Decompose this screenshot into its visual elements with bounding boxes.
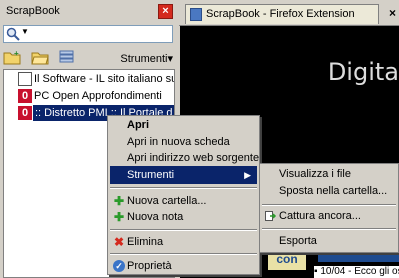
- sidebar-header: ScrapBook ×: [3, 3, 175, 19]
- news-item-text: 10/04 - Ecco gli oss: [320, 266, 399, 277]
- menu-item-apri[interactable]: Apri: [110, 116, 257, 134]
- menu-separator: [262, 204, 396, 206]
- menu-item-label: Apri indirizzo web sorgente: [127, 152, 260, 164]
- document-icon: [18, 72, 32, 86]
- menu-item-label: Elimina: [127, 236, 164, 248]
- close-icon[interactable]: ×: [389, 6, 396, 20]
- menu-separator: [110, 187, 257, 189]
- menu-item-label: Apri: [127, 119, 149, 131]
- menu-item-sposta-cartella[interactable]: Sposta nella cartella...: [262, 182, 396, 200]
- list-item-label: PC Open Approfondimenti: [34, 90, 162, 102]
- menu-item-label: Visualizza i file: [279, 168, 351, 180]
- menu-item-elimina[interactable]: ✖ Elimina: [110, 233, 257, 251]
- svg-text:+: +: [14, 49, 19, 58]
- menu-item-apri-indirizzo[interactable]: Apri indirizzo web sorgente: [110, 149, 260, 167]
- submenu-arrow-icon: ▶: [244, 170, 251, 180]
- menu-item-visualizza-file[interactable]: Visualizza i file: [262, 165, 396, 183]
- properties-icon: ✓: [113, 260, 125, 272]
- page-icon: [190, 8, 202, 21]
- stack-icon[interactable]: [58, 49, 76, 65]
- chevron-down-icon[interactable]: ▼: [21, 27, 29, 36]
- sidebar-toolbar: + Strumenti▾: [3, 49, 175, 69]
- menu-item-nuova-nota[interactable]: ✚ Nuova nota: [110, 208, 257, 226]
- sidebar-title: ScrapBook: [6, 5, 60, 17]
- menu-item-label: Proprietà: [127, 260, 172, 272]
- o-logo-icon: 0: [18, 89, 32, 103]
- menu-item-cattura-ancora[interactable]: Cattura ancora...: [262, 207, 396, 225]
- o-logo-icon: 0: [18, 106, 32, 120]
- new-folder-icon[interactable]: +: [3, 49, 21, 65]
- menu-item-label: Strumenti: [127, 169, 175, 181]
- tools-submenu: Visualizza i file Sposta nella cartella.…: [259, 163, 399, 253]
- menu-item-label: Cattura ancora...: [279, 210, 361, 222]
- tab-strip: ScrapBook - Firefox Extension ×: [179, 0, 399, 26]
- context-menu: Apri Apri in nuova scheda Apri indirizzo…: [107, 115, 260, 275]
- close-icon[interactable]: ×: [158, 4, 173, 19]
- plus-icon: ✚: [113, 194, 125, 208]
- news-item[interactable]: ▪ 10/04 - Ecco gli oss: [314, 266, 399, 278]
- tab-label: ScrapBook - Firefox Extension: [206, 8, 355, 20]
- delete-icon: ✖: [113, 235, 125, 249]
- menu-separator: [110, 229, 257, 231]
- list-item[interactable]: Il Software - IL sito italiano sul: [4, 71, 175, 87]
- tools-menu-label: Strumenti: [120, 53, 168, 65]
- menu-separator: [110, 253, 257, 255]
- search-icon[interactable]: [6, 27, 20, 41]
- tools-menu-button[interactable]: Strumenti▾: [120, 52, 173, 65]
- menu-item-esporta[interactable]: Esporta: [262, 232, 396, 250]
- plus-icon: ✚: [113, 210, 125, 224]
- list-item-label: Il Software - IL sito italiano sul: [34, 73, 175, 85]
- menu-separator: [262, 228, 396, 230]
- search-input[interactable]: ▼: [3, 25, 173, 43]
- menu-item-label: Sposta nella cartella...: [279, 185, 388, 197]
- menu-item-label: Nuova nota: [127, 211, 184, 223]
- tab-scrapbook[interactable]: ScrapBook - Firefox Extension: [185, 4, 379, 24]
- list-item[interactable]: 0 PC Open Approfondimenti: [4, 88, 174, 104]
- open-folder-icon[interactable]: [31, 49, 49, 65]
- menu-item-strumenti[interactable]: Strumenti ▶: [110, 166, 257, 184]
- page-heading: Digita: [327, 58, 399, 86]
- menu-item-label: Esporta: [279, 235, 317, 247]
- menu-item-proprieta[interactable]: ✓ Proprietà: [110, 257, 257, 275]
- capture-icon: [265, 211, 277, 221]
